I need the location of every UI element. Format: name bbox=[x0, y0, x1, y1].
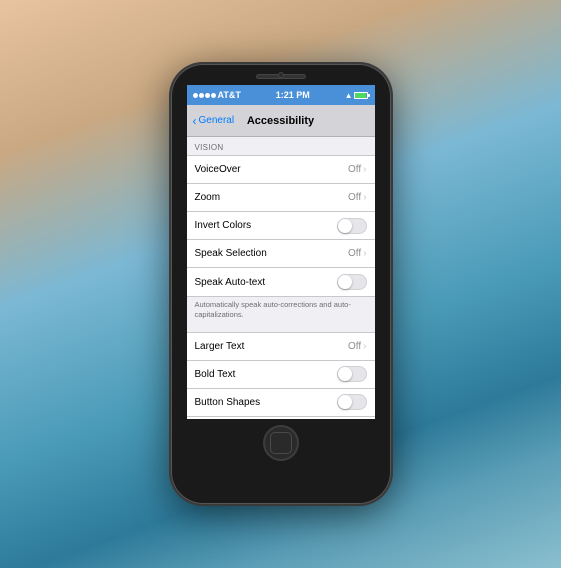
button-shapes-toggle-knob bbox=[338, 395, 352, 409]
status-bar: AT&T 1:21 PM ▲ bbox=[187, 85, 375, 105]
status-right: ▲ bbox=[345, 91, 369, 100]
speak-autotext-description: Automatically speak auto-corrections and… bbox=[187, 297, 375, 324]
bold-text-toggle[interactable] bbox=[337, 366, 367, 382]
status-time: 1:21 PM bbox=[276, 90, 310, 100]
signal-dot-4 bbox=[211, 93, 216, 98]
battery-icon bbox=[354, 92, 368, 99]
vision-section-header: VISION bbox=[187, 137, 375, 155]
voiceover-value: Off › bbox=[348, 164, 367, 175]
bold-text-toggle-knob bbox=[338, 367, 352, 381]
zoom-label: Zoom bbox=[195, 192, 221, 203]
speak-selection-value: Off › bbox=[348, 248, 367, 259]
speak-autotext-row[interactable]: Speak Auto-text bbox=[187, 268, 375, 296]
invert-colors-toggle[interactable] bbox=[337, 218, 367, 234]
button-shapes-row[interactable]: Button Shapes bbox=[187, 389, 375, 417]
bold-text-label: Bold Text bbox=[195, 369, 236, 380]
speak-selection-label: Speak Selection bbox=[195, 248, 267, 259]
wifi-icon: ▲ bbox=[345, 91, 353, 100]
button-shapes-toggle[interactable] bbox=[337, 394, 367, 410]
signal-dots bbox=[193, 93, 216, 98]
larger-text-value: Off › bbox=[348, 341, 367, 352]
invert-colors-row[interactable]: Invert Colors bbox=[187, 212, 375, 240]
back-chevron-icon: ‹ bbox=[193, 115, 197, 127]
voiceover-row[interactable]: VoiceOver Off › bbox=[187, 156, 375, 184]
invert-colors-toggle-knob bbox=[338, 219, 352, 233]
phone-camera bbox=[278, 72, 284, 78]
battery-fill bbox=[355, 93, 366, 98]
invert-colors-label: Invert Colors bbox=[195, 220, 252, 231]
zoom-row[interactable]: Zoom Off › bbox=[187, 184, 375, 212]
voiceover-status: Off bbox=[348, 164, 361, 175]
nav-bar: ‹ General Accessibility bbox=[187, 105, 375, 137]
signal-dot-1 bbox=[193, 93, 198, 98]
signal-dot-2 bbox=[199, 93, 204, 98]
larger-text-row[interactable]: Larger Text Off › bbox=[187, 333, 375, 361]
phone-shell: AT&T 1:21 PM ▲ ‹ General Accessibility V… bbox=[171, 64, 391, 504]
home-button[interactable] bbox=[263, 425, 299, 461]
zoom-value: Off › bbox=[348, 192, 367, 203]
page-title: Accessibility bbox=[247, 115, 314, 127]
zoom-status: Off bbox=[348, 192, 361, 203]
back-label: General bbox=[199, 115, 235, 126]
speak-selection-chevron-icon: › bbox=[363, 248, 366, 259]
gap-spacer bbox=[187, 324, 375, 332]
bold-text-row[interactable]: Bold Text bbox=[187, 361, 375, 389]
button-shapes-label: Button Shapes bbox=[195, 397, 261, 408]
speak-autotext-label: Speak Auto-text bbox=[195, 277, 266, 288]
phone-screen: AT&T 1:21 PM ▲ ‹ General Accessibility V… bbox=[187, 85, 375, 419]
back-button[interactable]: ‹ General bbox=[193, 115, 235, 127]
settings-content: VISION VoiceOver Off › Zoom Off › bbox=[187, 137, 375, 419]
voiceover-label: VoiceOver bbox=[195, 164, 241, 175]
larger-text-label: Larger Text bbox=[195, 341, 245, 352]
voiceover-chevron-icon: › bbox=[363, 164, 366, 175]
speak-autotext-toggle[interactable] bbox=[337, 274, 367, 290]
speak-selection-row[interactable]: Speak Selection Off › bbox=[187, 240, 375, 268]
larger-text-status: Off bbox=[348, 341, 361, 352]
carrier-label: AT&T bbox=[218, 90, 241, 100]
zoom-chevron-icon: › bbox=[363, 192, 366, 203]
signal-dot-3 bbox=[205, 93, 210, 98]
larger-text-chevron-icon: › bbox=[363, 341, 366, 352]
accessibility-settings-group: Larger Text Off › Bold Text Button Shape… bbox=[187, 332, 375, 420]
home-button-inner bbox=[270, 432, 292, 454]
status-left: AT&T bbox=[193, 90, 241, 100]
speak-selection-status: Off bbox=[348, 248, 361, 259]
increase-contrast-row[interactable]: Increase Contrast On › bbox=[187, 417, 375, 420]
vision-settings-group: VoiceOver Off › Zoom Off › Inver bbox=[187, 155, 375, 297]
speak-autotext-toggle-knob bbox=[338, 275, 352, 289]
